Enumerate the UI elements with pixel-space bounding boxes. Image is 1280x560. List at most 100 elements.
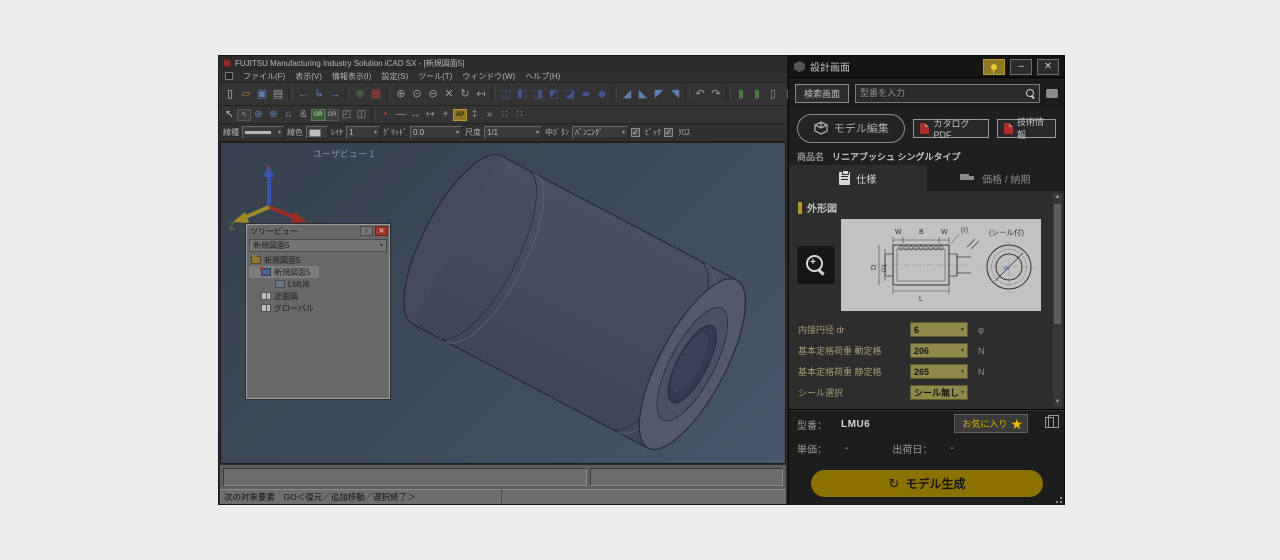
toolbar-icon[interactable]: ◢ — [619, 86, 635, 102]
toolbar-icon[interactable]: ↤ — [473, 86, 489, 102]
tree-view-titlebar[interactable]: ツリービュー « ✕ — [246, 224, 390, 237]
tree-item[interactable]: LMU6 — [249, 278, 387, 290]
grid-dropdown[interactable]: 0.0▾ — [410, 126, 462, 139]
toolbar-icon[interactable]: ▣ — [254, 86, 270, 102]
tab-spec[interactable]: 仕様 — [789, 165, 927, 191]
toolbar-icon[interactable]: ∷ — [497, 108, 512, 122]
tech-info-button[interactable]: 技術情報 — [997, 119, 1056, 138]
command-aux-box[interactable] — [590, 468, 783, 486]
pick-checkbox[interactable]: ✓ — [631, 128, 640, 137]
toolbar-icon[interactable]: ⊕ — [251, 108, 266, 122]
tree-close-button[interactable]: ✕ — [375, 226, 388, 236]
toolbar-icon[interactable]: ▯ — [222, 86, 238, 102]
tree-item[interactable]: グローバル — [249, 302, 387, 314]
panning-dropdown[interactable]: ﾊﾟﾝﾆﾝｸﾞ▾ — [572, 126, 628, 139]
part-number-input[interactable] — [860, 88, 1026, 98]
generate-model-button[interactable]: ↻ モデル生成 — [811, 470, 1043, 497]
linecolor-swatch[interactable] — [306, 126, 328, 139]
toolbar-icon[interactable] — [612, 87, 617, 101]
toolbar-icon[interactable] — [491, 87, 496, 101]
toolbar-icon[interactable]: → — [327, 86, 343, 102]
cad-viewport[interactable]: ユーザビュー 1 Y X Z — [220, 142, 786, 464]
toolbar-icon[interactable]: ▮ — [733, 86, 749, 102]
toolbar-icon[interactable]: ▦ — [368, 86, 384, 102]
tree-collapse-button[interactable]: « — [360, 226, 373, 236]
param-select[interactable]: 6▾ — [910, 322, 968, 337]
menu-item[interactable]: ヘルプ(H) — [525, 71, 560, 82]
toolbar-icon[interactable]: ↶ — [692, 86, 708, 102]
toolbar-icon[interactable]: ▯ — [765, 86, 781, 102]
toolbar-icon[interactable]: ∷ — [512, 108, 527, 122]
toolbar-icon[interactable]: ⊕ — [266, 108, 281, 122]
model-edit-button[interactable]: モデル編集 — [797, 114, 905, 143]
resize-grip[interactable] — [1054, 495, 1062, 503]
menu-item[interactable]: 設定(S) — [381, 71, 408, 82]
tree-item[interactable]: 新規図面5 — [249, 254, 387, 266]
toolbar-icon[interactable]: ◥ — [667, 86, 683, 102]
menu-item[interactable]: 情報表示(I) — [332, 71, 372, 82]
close-button[interactable]: ✕ — [1037, 59, 1059, 75]
toolbar-icon[interactable]: ⊕ — [393, 86, 409, 102]
toolbar-icon[interactable]: ⊙ — [409, 86, 425, 102]
toolbar-icon[interactable]: GR — [311, 109, 325, 121]
toolbar-icon[interactable]: ⊖ — [425, 86, 441, 102]
toolbar-icon[interactable]: GR — [325, 109, 339, 121]
toolbar-icon[interactable]: ▮ — [749, 86, 765, 102]
toolbar-icon[interactable]: ◫ — [354, 108, 369, 122]
toolbar-icon[interactable]: ◪ — [562, 86, 578, 102]
toolbar-icon[interactable]: ↳ — [311, 86, 327, 102]
cross-checkbox[interactable]: ✓ — [664, 128, 673, 137]
scale-dropdown[interactable]: 1/1▾ — [484, 126, 542, 139]
tab-price-delivery[interactable]: 価格 / 納期 — [927, 165, 1065, 191]
menu-item[interactable]: 表示(V) — [295, 71, 322, 82]
scroll-up-arrow[interactable]: ▲ — [1053, 193, 1062, 202]
toolbar-icon[interactable]: ◣ — [635, 86, 651, 102]
content-scrollbar[interactable]: ▲ ▼ — [1053, 193, 1062, 407]
toolbar-icon[interactable]: ◩ — [546, 86, 562, 102]
toolbar-icon[interactable]: — — [393, 108, 408, 122]
toolbar-icon[interactable]: ↖ — [237, 109, 251, 121]
command-input[interactable] — [223, 468, 587, 486]
menu-item[interactable]: ツール(T) — [418, 71, 452, 82]
toolbar-icon[interactable]: + — [438, 108, 453, 122]
toolbar-icon[interactable]: ◫ — [498, 86, 514, 102]
toolbar-icon[interactable] — [371, 108, 376, 122]
toolbar-icon[interactable]: » — [482, 108, 497, 122]
toolbar-icon[interactable] — [726, 87, 731, 101]
toolbar-icon[interactable]: ▤ — [270, 86, 286, 102]
cad-titlebar[interactable]: FUJITSU Manufacturing Industry Solution … — [219, 56, 787, 70]
search-icon[interactable] — [1026, 89, 1035, 98]
toolbar-icon[interactable]: ◧ — [514, 86, 530, 102]
toolbar-icon[interactable] — [288, 87, 293, 101]
tree-item[interactable]: 正面図 — [249, 290, 387, 302]
toolbar-icon[interactable]: ⌂ — [281, 108, 296, 122]
comment-icon[interactable] — [1046, 89, 1058, 98]
toolbar-icon[interactable]: ↻ — [457, 86, 473, 102]
param-select[interactable]: 265▾ — [910, 364, 968, 379]
panel-titlebar[interactable]: 設計画面 – ✕ — [789, 56, 1064, 78]
toolbar-icon[interactable]: ◰ — [339, 108, 354, 122]
favorite-button[interactable]: お気に入り ★ — [954, 414, 1028, 433]
catalog-pdf-button[interactable]: カタログPDF — [913, 119, 989, 138]
toolbar-icon[interactable]: ◆ — [594, 86, 610, 102]
toolbar-icon[interactable]: ⊕ — [352, 86, 368, 102]
toolbar-icon[interactable]: • — [378, 108, 393, 122]
scroll-thumb[interactable] — [1054, 204, 1061, 324]
toolbar-icon[interactable]: ▰ — [578, 86, 594, 102]
toolbar-icon[interactable]: ↖ — [222, 108, 237, 122]
param-select[interactable]: シール無し▾ — [910, 385, 968, 400]
copy-icon[interactable] — [1045, 417, 1054, 428]
toolbar-icon[interactable]: ◨ — [530, 86, 546, 102]
search-screen-button[interactable]: 検索画面 — [795, 84, 849, 103]
toolbar-icon[interactable]: ‡ — [467, 108, 482, 122]
toolbar-icon[interactable] — [345, 87, 350, 101]
minimize-button[interactable]: – — [1010, 59, 1032, 75]
layer-dropdown[interactable]: 1▾ — [346, 126, 380, 139]
window-menu-icon[interactable] — [225, 72, 233, 80]
menu-item[interactable]: ウィンドウ(W) — [462, 71, 515, 82]
toolbar-icon[interactable] — [386, 87, 391, 101]
toolbar-icon[interactable]: ◤ — [651, 86, 667, 102]
tree-item[interactable]: 新規図面5 — [249, 266, 319, 278]
toolbar-icon[interactable]: ← — [295, 86, 311, 102]
toolbar-icon[interactable]: & — [296, 108, 311, 122]
